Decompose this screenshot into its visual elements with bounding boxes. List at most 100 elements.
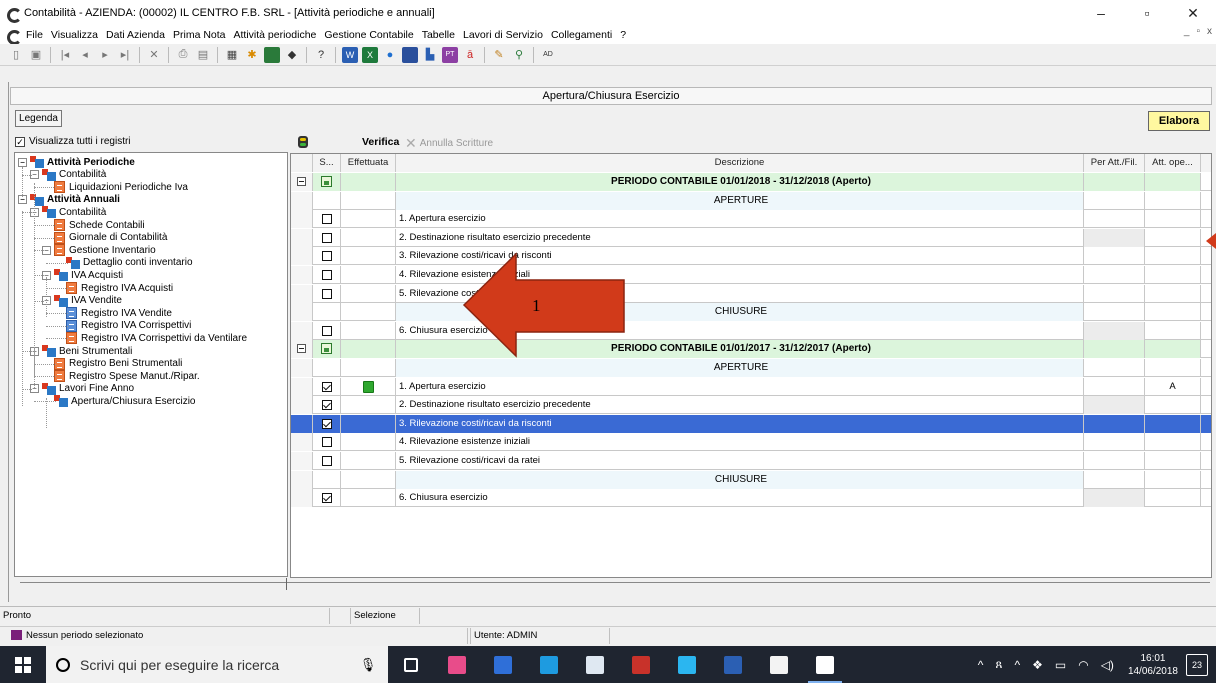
row-lead-cell[interactable] [291,191,313,210]
select-cell[interactable] [313,173,341,191]
row-checkbox[interactable] [321,232,332,243]
tree-node[interactable]: − Gestione Inventario [42,244,156,257]
taskbar-app-app-e[interactable] [756,646,802,683]
filler-cell[interactable] [1201,285,1211,303]
per-att-cell[interactable] [1084,377,1145,396]
filler-cell[interactable] [1201,452,1211,470]
per-att-cell[interactable] [1084,210,1145,229]
att-ope-cell[interactable] [1145,210,1201,229]
taskbar-app-app-blue[interactable] [480,646,526,683]
row-lead-cell[interactable] [291,470,313,489]
table-row[interactable]: 1. Apertura esercizio A [291,377,1211,396]
description-cell[interactable]: APERTURE [396,359,1084,377]
first-record-icon[interactable]: |◂ [57,47,73,63]
tree-node[interactable]: Giornale di Contabilità [54,231,167,244]
effettuata-cell[interactable] [341,191,396,210]
per-att-cell[interactable] [1084,321,1145,340]
splitter[interactable] [20,582,1210,583]
att-ope-cell[interactable] [1145,247,1201,266]
per-att-cell[interactable] [1084,191,1145,210]
row-lead-cell[interactable] [291,173,313,191]
taskbar-app-wifi[interactable] [664,646,710,683]
select-cell[interactable] [313,210,341,229]
effettuata-cell[interactable] [341,452,396,470]
taskbar-app-app-red[interactable] [618,646,664,683]
tree-node[interactable]: Liquidazioni Periodiche Iva [54,181,188,194]
table-row[interactable]: 5. Rilevazione costi/ricavi da ratei [291,284,1211,303]
tree-node[interactable]: − IVA Vendite [42,294,122,307]
per-att-cell[interactable] [1084,396,1145,415]
search-tools-icon[interactable]: ⚲ [511,47,527,63]
per-att-cell[interactable] [1084,173,1145,191]
maximize-button[interactable]: ▫ [1124,0,1170,26]
annulla-scritture-button[interactable]: ✕ Annulla Scritture [405,135,493,152]
row-lead-cell[interactable] [291,396,313,415]
select-cell[interactable] [313,303,341,322]
effettuata-cell[interactable] [341,470,396,489]
tools-icon[interactable]: ✎ [491,47,507,63]
att-ope-cell[interactable] [1145,359,1201,377]
taskbar-app-task-view[interactable] [388,646,434,683]
description-cell[interactable]: 1. Apertura esercizio [396,210,1084,229]
select-cell[interactable] [313,247,341,266]
description-cell[interactable]: 1. Apertura esercizio [396,377,1084,396]
att-ope-cell[interactable] [1145,396,1201,415]
header-descrizione[interactable]: Descrizione [396,154,1084,172]
hidden-icons-icon[interactable]: ^ [1014,658,1020,672]
effettuata-cell[interactable] [341,377,396,396]
row-checkbox[interactable] [321,251,332,262]
select-cell[interactable] [313,452,341,470]
row-checkbox[interactable] [321,456,332,466]
tree-node[interactable]: − Attività Periodiche [18,156,135,168]
menu-help[interactable]: ? [616,29,630,41]
table-row[interactable]: CHIUSURE [291,470,1211,489]
header-per-att[interactable]: Per Att./Fil. [1084,154,1145,172]
att-ope-cell[interactable] [1145,228,1201,247]
mdi-minimize-button[interactable]: _ [1184,26,1190,37]
taskbar-app-word[interactable] [710,646,756,683]
description-cell[interactable]: 3. Rilevazione costi/ricavi da risconti [396,414,1084,433]
calculator-icon[interactable]: ▦ [224,47,240,63]
effettuata-cell[interactable] [341,303,396,322]
pdf-icon[interactable]: PT [442,46,458,63]
effettuata-cell[interactable] [341,396,396,415]
volume-icon[interactable]: ◁) [1101,658,1114,672]
next-record-icon[interactable]: ▸ [97,47,113,63]
wizard-icon[interactable]: ✱ [244,47,260,63]
filler-cell[interactable] [1201,173,1211,191]
select-cell[interactable] [313,414,341,433]
ad-label[interactable]: AD [540,47,556,63]
collapse-period-icon[interactable] [297,177,306,186]
att-ope-cell[interactable] [1145,433,1201,452]
taskbar-app-paint[interactable] [434,646,480,683]
select-cell[interactable] [313,191,341,210]
internet-icon[interactable]: ● [382,47,398,63]
taskbar-app-contabilita[interactable] [802,646,848,683]
taskbar-search[interactable]: Scrivi qui per eseguire la ricerca [46,646,348,683]
menu-attivita-periodiche[interactable]: Attività periodiche [230,29,321,41]
filler-cell[interactable] [1201,433,1211,451]
effettuata-cell[interactable] [341,210,396,229]
row-checkbox[interactable] [321,325,332,336]
row-lead-cell[interactable] [291,210,313,229]
row-checkbox[interactable] [321,214,332,225]
table-row[interactable]: 4. Rilevazione esistenze iniziali [291,266,1211,284]
per-att-cell[interactable] [1084,470,1145,489]
filler-cell[interactable] [1201,396,1211,414]
row-lead-cell[interactable] [291,340,313,359]
taskbar-app-app-window[interactable] [572,646,618,683]
menu-tabelle[interactable]: Tabelle [418,29,459,41]
table-row[interactable]: 2. Destinazione risultato esercizio prec… [291,396,1211,415]
filler-cell[interactable] [1201,340,1211,358]
row-lead-cell[interactable] [291,452,313,470]
per-att-cell[interactable] [1084,340,1145,359]
table-row[interactable]: CHIUSURE [291,303,1211,322]
print-preview-icon[interactable]: ▤ [195,47,211,63]
filler-cell[interactable] [1201,359,1211,377]
description-cell[interactable]: APERTURE [396,191,1084,210]
microphone-icon[interactable]: 🎙 [348,646,388,683]
select-cell[interactable] [313,266,341,284]
wifi-tray-icon[interactable]: ◠ [1078,658,1088,672]
select-cell[interactable] [313,433,341,452]
per-att-cell[interactable] [1084,266,1145,284]
